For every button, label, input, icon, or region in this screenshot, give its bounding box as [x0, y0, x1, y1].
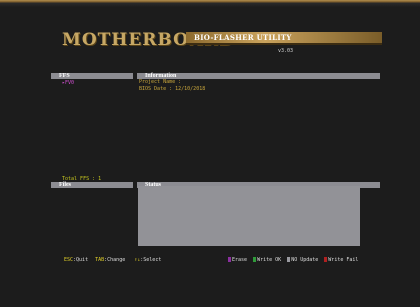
esc-action: :Quit [73, 257, 89, 263]
esc-key: ESC [64, 257, 74, 263]
files-title: Files [59, 182, 71, 188]
ffs-title: FFS [59, 73, 70, 79]
files-panel-header: Files [51, 182, 133, 188]
bios-date-line: BIOS Date : 12/10/2018 [139, 86, 206, 92]
key-hints: ESC:Quit TAB:Change ↑↓:Select [64, 257, 161, 263]
arrows-action: :Select [140, 257, 162, 263]
ffs-list-item[interactable]: ▸FV0 [62, 80, 74, 86]
version-label: v3.03 [278, 48, 294, 54]
ffs-item-label: FV0 [65, 80, 75, 86]
legend-write-ok: Write OK [257, 257, 282, 263]
status-box [138, 186, 360, 246]
erase-swatch [228, 257, 231, 262]
project-name-line: Project Name : [139, 79, 182, 85]
legend-write-fail: Write Fail [328, 257, 359, 263]
status-legend: Erase Write OK NO Update Write Fail [228, 257, 358, 263]
write-fail-swatch [324, 257, 328, 262]
tab-action: :Change [104, 257, 126, 263]
utility-title: BIO-FLASHER UTILITY [194, 33, 292, 42]
top-border [0, 0, 420, 7]
legend-no-update: NO Update [291, 257, 319, 263]
tab-key: TAB [95, 257, 105, 263]
utility-title-bar: BIO-FLASHER UTILITY [186, 32, 382, 45]
legend-erase: Erase [232, 257, 248, 263]
write-ok-swatch [253, 257, 257, 262]
no-update-swatch [287, 257, 291, 262]
ffs-panel-header: FFS [51, 73, 133, 79]
